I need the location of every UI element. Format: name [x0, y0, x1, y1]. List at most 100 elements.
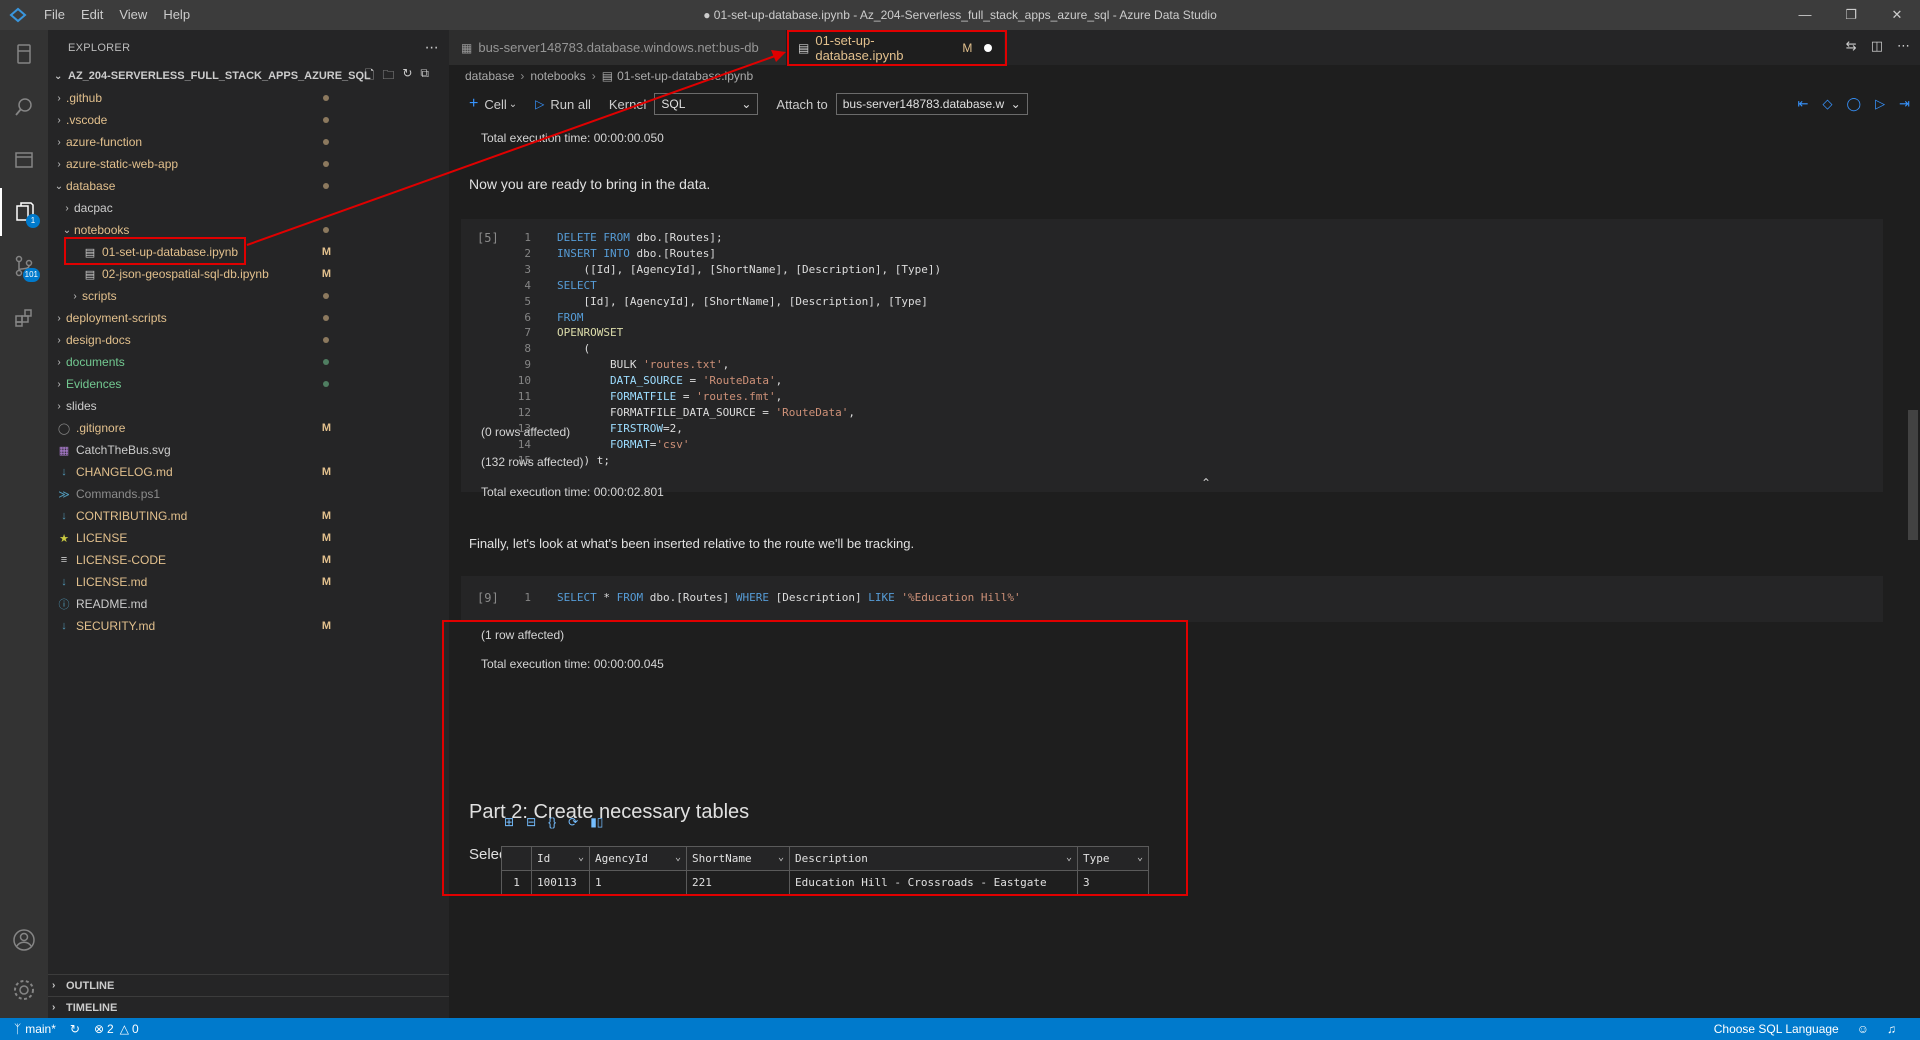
- code-source: FORMAT='csv': [557, 438, 690, 451]
- chevron-down-icon: ⌄: [508, 98, 518, 110]
- tree-item-label: azure-function: [66, 135, 143, 149]
- code-source: SELECT * FROM dbo.[Routes] WHERE [Descri…: [557, 591, 1021, 604]
- split-editor-icon[interactable]: ◫: [1871, 38, 1883, 54]
- menu-file[interactable]: File: [36, 0, 73, 30]
- tree-item[interactable]: › scripts: [48, 285, 449, 307]
- connections-icon[interactable]: [0, 30, 48, 78]
- code-token: dbo.[Routes];: [636, 231, 723, 244]
- menu-help[interactable]: Help: [155, 0, 198, 30]
- code-source: FORMATFILE = 'routes.fmt',: [557, 390, 782, 403]
- notebooks-icon[interactable]: [0, 136, 48, 184]
- refresh-icon[interactable]: ↻: [402, 66, 412, 87]
- tree-item[interactable]: ⌄ database: [48, 175, 449, 197]
- git-status-dot-icon: [323, 139, 329, 145]
- new-folder-icon[interactable]: 🗀: [382, 66, 394, 87]
- tree-item[interactable]: ↓ CONTRIBUTING.md M: [48, 505, 449, 527]
- breadcrumb-notebooks[interactable]: notebooks: [530, 69, 585, 83]
- tree-item[interactable]: › deployment-scripts: [48, 307, 449, 329]
- close-icon[interactable]: ✕: [1874, 0, 1920, 30]
- scrollbar-thumb[interactable]: [1908, 410, 1918, 540]
- tree-item[interactable]: › slides: [48, 395, 449, 417]
- tree-item[interactable]: › design-docs: [48, 329, 449, 351]
- extensions-icon[interactable]: [0, 294, 48, 342]
- collapse-cells-icon[interactable]: ⇥: [1899, 96, 1910, 112]
- menu-view[interactable]: View: [111, 0, 155, 30]
- code-token: *: [603, 591, 617, 604]
- tree-item-label: deployment-scripts: [66, 311, 167, 325]
- chevron-right-icon: ›: [520, 69, 525, 83]
- clear-results-icon[interactable]: ◇: [1823, 96, 1833, 112]
- tree-item[interactable]: › azure-function: [48, 131, 449, 153]
- outline-section[interactable]: › OUTLINE: [48, 974, 449, 996]
- run-all-button[interactable]: ▷ Run all: [535, 97, 591, 112]
- minimize-icon[interactable]: —: [1782, 0, 1828, 30]
- tree-item-label: LICENSE: [76, 531, 128, 545]
- git-status-dot-icon: [323, 381, 329, 387]
- timeline-section[interactable]: › TIMELINE: [48, 996, 449, 1018]
- kernel-select[interactable]: SQL ⌄: [654, 93, 759, 115]
- language-mode[interactable]: Choose SQL Language: [1714, 1022, 1839, 1036]
- tree-item[interactable]: › .github: [48, 87, 449, 109]
- tree-item[interactable]: ↓ CHANGELOG.md M: [48, 461, 449, 483]
- tree-item[interactable]: › Evidences: [48, 373, 449, 395]
- tree-item[interactable]: ◯ .gitignore M: [48, 417, 449, 439]
- settings-gear-icon[interactable]: [0, 966, 48, 1014]
- tree-item[interactable]: › azure-static-web-app: [48, 153, 449, 175]
- tree-item[interactable]: › documents: [48, 351, 449, 373]
- annotation-highlight-results: [442, 620, 1188, 896]
- collapse-cell-chevron-up-icon[interactable]: ⌃: [1201, 476, 1211, 490]
- menu-edit[interactable]: Edit: [73, 0, 111, 30]
- window-title: ● 01-set-up-database.ipynb - Az_204-Serv…: [703, 8, 1217, 22]
- code-cell-5[interactable]: [5] 1 DELETE FROM dbo.[Routes]; 2 INSERT IN…: [461, 219, 1883, 492]
- breadcrumb-file[interactable]: 01-set-up-database.ipynb: [617, 69, 753, 83]
- tree-item-label: azure-static-web-app: [66, 157, 179, 171]
- attach-to-select[interactable]: bus-server148783.database.w ⌄: [835, 93, 1028, 115]
- run-cells-icon[interactable]: ▷: [1875, 96, 1885, 112]
- tree-item[interactable]: ↓ SECURITY.md M: [48, 615, 449, 637]
- source-control-icon[interactable]: 101: [0, 242, 48, 290]
- tree-item[interactable]: ★ LICENSE M: [48, 527, 449, 549]
- notifications-bell-icon[interactable]: ♫: [1887, 1022, 1896, 1036]
- git-status-dot-icon: [323, 359, 329, 365]
- accounts-icon[interactable]: [0, 916, 48, 964]
- more-actions-icon[interactable]: ⋯: [1897, 38, 1910, 54]
- tree-item[interactable]: ▤ 02-json-geospatial-sql-db.ipynb M: [48, 263, 449, 285]
- code-source: INSERT INTO dbo.[Routes]: [557, 247, 716, 260]
- toggle-line-numbers-icon[interactable]: ⇤: [1798, 96, 1809, 112]
- collapse-all-icon[interactable]: ⧉: [420, 66, 429, 87]
- tree-item[interactable]: › dacpac: [48, 197, 449, 219]
- outline-label: OUTLINE: [66, 979, 115, 992]
- code-cell-9[interactable]: [9] 1 SELECT * FROM dbo.[Routes] WHERE [D…: [461, 576, 1883, 622]
- trusted-shield-icon[interactable]: ◯: [1847, 96, 1862, 112]
- tab-query-connection[interactable]: ▦ bus-server148783.database.windows.net:…: [449, 30, 786, 65]
- search-icon[interactable]: [0, 83, 48, 131]
- chevron-right-icon: ›: [57, 400, 61, 412]
- code-token: WHERE: [735, 591, 776, 604]
- tree-item-label: scripts: [82, 289, 117, 303]
- line-number: 1: [524, 591, 531, 604]
- explorer-icon[interactable]: 1: [0, 188, 48, 236]
- more-actions-icon[interactable]: ⋯: [425, 39, 439, 56]
- sync-icon[interactable]: ↻: [70, 1022, 80, 1036]
- tree-item-label: design-docs: [66, 333, 131, 347]
- code-token: [Description]: [775, 591, 869, 604]
- branch-indicator[interactable]: ᛉ main*: [14, 1022, 56, 1036]
- new-file-icon[interactable]: 🗋: [365, 66, 375, 87]
- code-token: OPENROWSET: [557, 326, 624, 340]
- compare-changes-icon[interactable]: ⇆: [1846, 38, 1857, 54]
- code-token: [Id], [AgencyId], [ShortName], [Descript…: [557, 294, 928, 308]
- line-number: 6: [524, 310, 531, 324]
- add-cell-label: Cell: [484, 96, 507, 112]
- feedback-icon[interactable]: ☺: [1857, 1022, 1869, 1036]
- git-status-dot-icon: [323, 95, 329, 101]
- tree-item[interactable]: › .vscode: [48, 109, 449, 131]
- breadcrumb-database[interactable]: database: [465, 69, 514, 83]
- tree-item[interactable]: ≫ Commands.ps1: [48, 483, 449, 505]
- problems-indicator[interactable]: ⊗ 2 △ 0: [94, 1022, 139, 1036]
- restore-icon[interactable]: ❐: [1828, 0, 1874, 30]
- tree-item[interactable]: ⓘ README.md: [48, 593, 449, 615]
- tree-item[interactable]: ▦ CatchTheBus.svg: [48, 439, 449, 461]
- add-cell-button[interactable]: + Cell ⌄: [469, 95, 517, 113]
- tree-item[interactable]: ↓ LICENSE.md M: [48, 571, 449, 593]
- tree-item[interactable]: ≡ LICENSE-CODE M: [48, 549, 449, 571]
